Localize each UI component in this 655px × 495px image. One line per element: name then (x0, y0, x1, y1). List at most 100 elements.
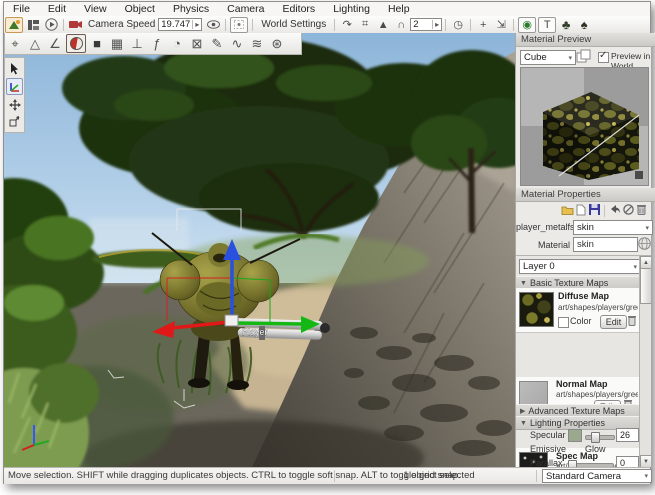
open-folder-icon[interactable] (561, 204, 574, 218)
play-game-icon[interactable] (43, 18, 59, 32)
specular-slider[interactable] (585, 432, 615, 443)
camera-frame-icon[interactable] (230, 16, 249, 33)
material-actions-row (516, 203, 651, 218)
diffuse-map-thumbnail[interactable] (519, 292, 554, 327)
collapse-triangle-icon2: ▼ (520, 419, 527, 427)
convex-editor-icon[interactable]: ⊠ (188, 35, 206, 52)
wheel-tool-icon[interactable]: ⊛ (268, 35, 286, 52)
glow-label: Glow (585, 444, 606, 454)
move-tool-icon[interactable] (6, 78, 23, 95)
menu-editors[interactable]: Editors (274, 3, 325, 15)
material-name-input[interactable]: skin (573, 237, 638, 252)
layers-icon[interactable] (576, 49, 592, 67)
diffuse-color-checkbox[interactable] (558, 317, 569, 328)
material-name-label: Material (537, 240, 570, 250)
object-editor-icon[interactable]: ⌖ (6, 35, 24, 52)
menu-lighting[interactable]: Lighting (324, 3, 379, 15)
main-toolbar: Camera Speed 19.747 ▸ World Settings ↷ ⌗ … (4, 16, 650, 34)
camera-speed-label: Camera Speed (88, 19, 156, 30)
selection-count: 1 object selected (403, 470, 475, 481)
forest-icon[interactable]: ♠ (576, 17, 592, 32)
material-preview-viewport[interactable] (520, 67, 649, 186)
select-tool-icon[interactable] (7, 61, 22, 76)
snap-size-input[interactable]: 2 ▸ (410, 18, 443, 31)
diffuse-delete-icon[interactable] (628, 315, 636, 329)
properties-scrollbar[interactable]: ▲ ▼ (639, 256, 651, 468)
menu-object[interactable]: Object (116, 3, 164, 15)
material-editor-icon[interactable] (66, 34, 86, 53)
editor-palette-toolbar: ⌖ △ ∠ ■ ▦ ⊥ ƒ ◔ ⊠ ✎ ∿ ≋ ⊛ (4, 33, 302, 55)
terrain-editor-icon[interactable]: △ (26, 35, 44, 52)
camera-icon[interactable] (68, 18, 84, 32)
layer-select[interactable]: Layer 0 ▾ (519, 259, 641, 274)
target-material-select[interactable]: skin ▾ (573, 220, 653, 235)
undo-icon[interactable] (609, 204, 621, 217)
terrain-brush-icon[interactable]: ∠ (46, 35, 64, 52)
foliage-icon[interactable]: ♣ (558, 17, 574, 32)
menu-help[interactable]: Help (379, 3, 419, 15)
sketch-tool-icon[interactable]: ✎ (208, 35, 226, 52)
clear-icon[interactable] (623, 204, 634, 218)
visibility-eye-icon[interactable] (205, 18, 221, 32)
diffuse-map-path: art/shapes/players/green (558, 303, 638, 312)
viewport-3d[interactable]: Player (4, 33, 516, 467)
road-editor-icon[interactable]: ≋ (248, 35, 266, 52)
new-material-icon[interactable] (576, 204, 586, 219)
status-bar: Move selection. SHIFT while dragging dup… (4, 467, 652, 484)
drop-location-icon[interactable]: ⇲ (493, 18, 509, 32)
soft-snap-magnet-icon[interactable]: ∩ (393, 18, 409, 32)
diffuse-map-block: Diffuse Map art/shapes/players/green Col… (516, 288, 639, 333)
river-editor-icon[interactable]: ∿ (228, 35, 246, 52)
scroll-thumb[interactable] (640, 268, 651, 304)
gui-editor-icon[interactable] (25, 18, 41, 32)
foliage-painter-icon[interactable]: ƒ (148, 35, 166, 52)
shape-editor-icon[interactable]: ■ (88, 35, 106, 52)
gizmo-object-label: Player (242, 327, 268, 337)
normal-map-name: Normal Map (556, 379, 608, 389)
menu-physics[interactable]: Physics (164, 3, 218, 15)
properties-scroll-area: Layer 0 ▾ ▼ Basic Texture Maps Diffuse Ma… (516, 255, 651, 468)
menu-view[interactable]: View (75, 3, 116, 15)
material-preview-header: Material Preview (516, 33, 655, 47)
material-properties-header: Material Properties (516, 188, 655, 202)
pie-tool-icon[interactable]: ◔ (168, 35, 186, 52)
add-object-icon[interactable]: + (475, 18, 491, 32)
collapse-triangle-icon: ▼ (520, 279, 527, 287)
terrain-snap-icon[interactable]: ▲ (375, 18, 391, 32)
preview-in-world-checkbox[interactable] (598, 50, 609, 63)
delete-icon[interactable] (637, 204, 646, 218)
editor-window: File Edit View Object Physics Camera Edi… (3, 1, 655, 484)
menu-bar: File Edit View Object Physics Camera Edi… (4, 2, 650, 17)
camera-speed-input[interactable]: 19.747 ▸ (158, 18, 203, 31)
diffuse-map-name: Diffuse Map (558, 291, 610, 301)
expand-triangle-icon: ▶ (520, 408, 526, 415)
world-settings-button[interactable]: World Settings (256, 19, 331, 30)
scale-tool-icon[interactable] (7, 114, 22, 129)
target-material-label: player_metalfs (516, 222, 575, 232)
rotate-tool-icon[interactable] (7, 97, 22, 112)
menu-edit[interactable]: Edit (39, 3, 75, 15)
save-icon[interactable] (589, 204, 600, 218)
boxed-select-icon[interactable]: ◉ (518, 16, 537, 33)
grid-snap-icon[interactable]: ⌗ (357, 18, 373, 32)
decal-editor-icon[interactable]: ⊥ (128, 35, 146, 52)
camera-mode-select[interactable]: Standard Camera ▾ (542, 469, 652, 483)
world-editor-icon[interactable] (5, 16, 23, 33)
snap-bounds-icon[interactable]: ↷ (339, 18, 355, 32)
normal-map-path: art/shapes/players/greenf (556, 390, 638, 399)
diffuse-color-label: Color (570, 316, 592, 326)
transform-toolstrip (4, 57, 25, 133)
clock-icon[interactable]: ◷ (450, 18, 466, 32)
specular-label: Specular (530, 430, 566, 440)
material-globe-button[interactable] (638, 237, 651, 253)
specular-value[interactable]: 26 (616, 428, 639, 442)
material-panel: Material Preview Cube▾ Preview in World (515, 33, 655, 468)
menu-camera[interactable]: Camera (218, 3, 273, 15)
menu-file[interactable]: File (4, 3, 39, 15)
boxed-t-icon[interactable]: T (538, 16, 557, 33)
preview-shape-select[interactable]: Cube ▾ (520, 50, 576, 65)
specular-color-swatch[interactable] (568, 429, 582, 442)
diffuse-edit-button[interactable]: Edit (600, 315, 627, 329)
datablock-editor-icon[interactable]: ▦ (108, 35, 126, 52)
preview-corner-widget (635, 171, 643, 179)
